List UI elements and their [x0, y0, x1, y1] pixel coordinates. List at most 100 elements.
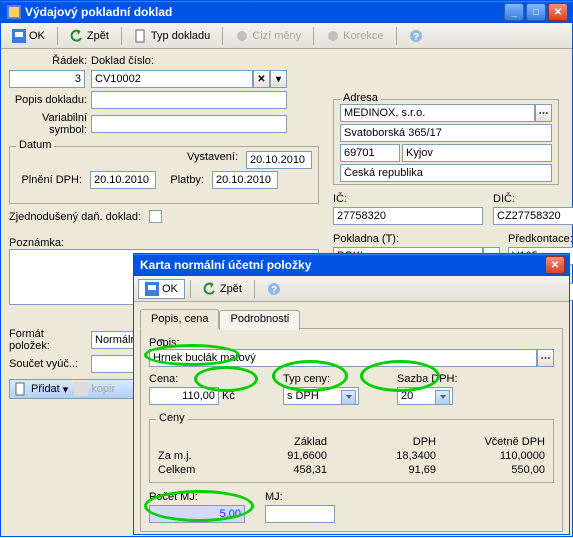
- add-item-label: Přidat: [31, 383, 60, 395]
- cel-dph: 91,69: [335, 464, 436, 476]
- currencies-label: Cizí měny: [252, 30, 301, 42]
- dialog-title: Karta normální účetní položky: [140, 258, 545, 272]
- mj-zaklad: 91,6600: [226, 450, 327, 462]
- doc-icon: [134, 29, 148, 43]
- dates-legend: Datum: [16, 139, 54, 151]
- cel-zaklad: 458,31: [226, 464, 327, 476]
- dialog-help-button[interactable]: ?: [260, 279, 288, 299]
- cena-label: Cena:: [149, 373, 259, 385]
- address-lookup-button[interactable]: ⋯: [535, 104, 552, 122]
- sazba-select[interactable]: 20: [397, 387, 453, 405]
- mj-label: MJ:: [265, 491, 335, 503]
- address-street-field[interactable]: [340, 124, 552, 142]
- pocetmj-field[interactable]: [149, 505, 245, 523]
- item-dialog: Karta normální účetní položky ✕ OK Zpět …: [133, 253, 570, 535]
- typceny-select[interactable]: s DPH: [283, 387, 359, 405]
- col-vcdph: Včetně DPH: [444, 436, 545, 448]
- dic-label: DIČ:: [493, 193, 573, 205]
- main-title: Výdajový pokladní doklad: [25, 5, 504, 19]
- row-mj: Za m.j.: [158, 450, 218, 462]
- varsym-field[interactable]: [91, 115, 287, 133]
- pokladna-label: Pokladna (T):: [333, 233, 500, 245]
- docnum-label: Doklad číslo:: [91, 55, 181, 67]
- dialog-back-button[interactable]: Zpět: [196, 279, 249, 299]
- docnum-field[interactable]: [91, 70, 253, 88]
- add-item-button[interactable]: Přidat ▾: [14, 382, 68, 396]
- col-zaklad: Základ: [226, 436, 327, 448]
- row-field[interactable]: [9, 70, 85, 88]
- address-zip-field[interactable]: [340, 144, 400, 162]
- dialog-titlebar: Karta normální účetní položky ✕: [134, 254, 569, 276]
- format-label: Formát položek:: [9, 328, 91, 352]
- sum-label: Součet vyúč..:: [9, 358, 91, 370]
- doctype-button[interactable]: Typ dokladu: [127, 26, 217, 46]
- row-label: Řádek:: [9, 55, 91, 67]
- dialog-ok-button[interactable]: OK: [138, 279, 185, 299]
- main-titlebar: Výdajový pokladní doklad _ □ ✕: [1, 1, 572, 23]
- ic-label: IČ:: [333, 193, 483, 205]
- tab2-label: Podrobnosti: [230, 313, 289, 325]
- tab1-label: Popis, cena: [151, 313, 208, 325]
- help-button[interactable]: ?: [402, 26, 430, 46]
- docdesc-field[interactable]: [91, 91, 287, 109]
- minimize-button[interactable]: _: [504, 3, 524, 21]
- currencies-button[interactable]: Cizí měny: [228, 26, 308, 46]
- predkontace-label: Předkontace:: [508, 233, 573, 245]
- mj-dph: 18,3400: [335, 450, 436, 462]
- help-icon: ?: [267, 282, 281, 296]
- ceny-box: Ceny Základ DPH Včetně DPH Za m.j. 91,66…: [149, 419, 554, 483]
- ic-field[interactable]: [333, 207, 483, 225]
- corrections-label: Korekce: [343, 30, 383, 42]
- globe-icon: [235, 29, 249, 43]
- docdesc-label: Popis dokladu:: [9, 94, 91, 106]
- simplified-checkbox[interactable]: [149, 210, 162, 223]
- cena-field[interactable]: [149, 387, 219, 405]
- pay-field[interactable]: [212, 171, 278, 189]
- col-dph: DPH: [335, 436, 436, 448]
- vat-date-field[interactable]: [90, 171, 156, 189]
- undo-icon: [203, 282, 217, 296]
- row-celkem: Celkem: [158, 464, 218, 476]
- back-button[interactable]: Zpět: [63, 26, 116, 46]
- docnum-clear-button[interactable]: ✕: [253, 70, 270, 88]
- ok-button[interactable]: OK: [5, 26, 52, 46]
- typceny-label: Typ ceny:: [283, 373, 373, 385]
- svg-text:?: ?: [271, 285, 277, 296]
- docnum-dropdown-button[interactable]: ▾: [270, 70, 287, 88]
- address-name-field[interactable]: [340, 104, 535, 122]
- copy-item-button[interactable]: kopir: [74, 382, 115, 396]
- svg-text:?: ?: [412, 32, 418, 43]
- help-icon: ?: [409, 29, 423, 43]
- maximize-button[interactable]: □: [526, 3, 546, 21]
- address-city-field[interactable]: [402, 144, 552, 162]
- close-button[interactable]: ✕: [548, 3, 568, 21]
- dialog-ok-label: OK: [162, 283, 178, 295]
- pocetmj-label: Počet MJ:: [149, 491, 245, 503]
- address-country-field[interactable]: [340, 164, 552, 182]
- popis-field[interactable]: [149, 349, 537, 367]
- cel-vcdph: 550,00: [444, 464, 545, 476]
- main-toolbar: OK Zpět Typ dokladu Cizí měny Korekce ?: [1, 23, 572, 49]
- popis-lookup-button[interactable]: ⋯: [537, 349, 554, 367]
- copy-item-label: kopir: [91, 383, 115, 395]
- tab-panel: Popis: ⋯ Cena: Kč Typ ceny: s DPH: [140, 329, 563, 532]
- gear-icon: [326, 29, 340, 43]
- dic-field[interactable]: [493, 207, 573, 225]
- popis-label: Popis:: [149, 337, 554, 349]
- sazba-label: Sazba DPH:: [397, 373, 487, 385]
- issue-field[interactable]: [246, 151, 312, 169]
- corrections-button[interactable]: Korekce: [319, 26, 390, 46]
- ok-label: OK: [29, 30, 45, 42]
- app-icon: [7, 5, 21, 19]
- back-label: Zpět: [87, 30, 109, 42]
- mj-field[interactable]: [265, 505, 335, 523]
- chevron-down-icon: ▾: [63, 383, 69, 396]
- tab-podrobnosti[interactable]: Podrobnosti: [219, 310, 300, 330]
- sazba-value: 20: [401, 390, 413, 402]
- dialog-close-button[interactable]: ✕: [545, 256, 565, 274]
- save-icon: [12, 29, 26, 43]
- typceny-value: s DPH: [287, 390, 319, 402]
- tab-popis-cena[interactable]: Popis, cena: [140, 309, 219, 329]
- mj-vcdph: 110,0000: [444, 450, 545, 462]
- dialog-back-label: Zpět: [220, 283, 242, 295]
